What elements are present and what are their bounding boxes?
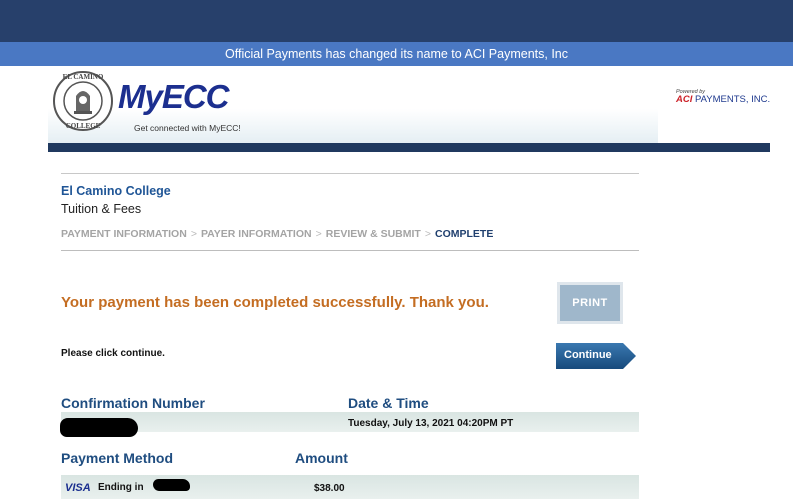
myecc-logo: MyECC <box>118 78 230 115</box>
date-time-value: Tuesday, July 13, 2021 04:20PM PT <box>348 418 514 429</box>
step-separator: > <box>190 228 197 240</box>
step-review-submit: REVIEW & SUBMIT <box>325 228 421 240</box>
powered-by-logo: Powered by ACI PAYMENTS, INC. <box>676 89 770 105</box>
date-time-label: Date & Time <box>348 395 429 411</box>
step-complete: COMPLETE <box>434 228 494 240</box>
continue-button-label: Continue <box>564 349 612 361</box>
site-header: EL CAMINO COLLEGE MyECC Get connected wi… <box>48 66 658 144</box>
success-message: Your payment has been completed successf… <box>61 294 489 311</box>
step-payment-information: PAYMENT INFORMATION <box>61 228 187 240</box>
print-button-label: PRINT <box>560 285 620 321</box>
progress-steps: PAYMENT INFORMATION > PAYER INFORMATION > RE… <box>61 228 493 240</box>
merchant-name: El Camino College <box>61 184 171 198</box>
amount-label: Amount <box>295 450 348 466</box>
redacted-card-digits <box>153 479 190 491</box>
aci-brand: ACI PAYMENTS, INC. <box>676 95 770 105</box>
card-ending-label: Ending in <box>98 482 144 493</box>
steps-divider <box>61 250 639 251</box>
amount-value: $38.00 <box>314 483 345 494</box>
aci-name: PAYMENTS, INC. <box>692 94 771 105</box>
visa-card-icon: VISA <box>65 482 91 494</box>
seal-text-top: EL CAMINO <box>63 73 104 81</box>
step-separator: > <box>315 228 322 240</box>
college-seal-logo: EL CAMINO COLLEGE <box>53 71 113 131</box>
seal-text-bottom: COLLEGE <box>66 122 101 130</box>
step-separator: > <box>424 228 431 240</box>
top-banner <box>0 0 793 42</box>
step-payer-information: PAYER INFORMATION <box>200 228 312 240</box>
continue-instruction: Please click continue. <box>61 348 165 359</box>
merchant-fee-type: Tuition & Fees <box>61 202 142 216</box>
redacted-confirmation-number <box>60 418 138 437</box>
continue-button[interactable]: Continue <box>556 343 636 369</box>
confirmation-number-label: Confirmation Number <box>61 395 205 411</box>
payment-row <box>61 475 639 499</box>
print-button[interactable]: PRINT <box>557 282 623 324</box>
payment-method-label: Payment Method <box>61 450 174 466</box>
header-tagline: Get connected with MyECC! <box>134 123 241 133</box>
aci-mark: ACI <box>676 94 693 105</box>
header-divider-bar <box>48 143 770 152</box>
notice-text: Official Payments has changed its name t… <box>225 47 568 61</box>
name-change-notice: Official Payments has changed its name t… <box>0 42 793 66</box>
section-divider <box>61 173 639 174</box>
